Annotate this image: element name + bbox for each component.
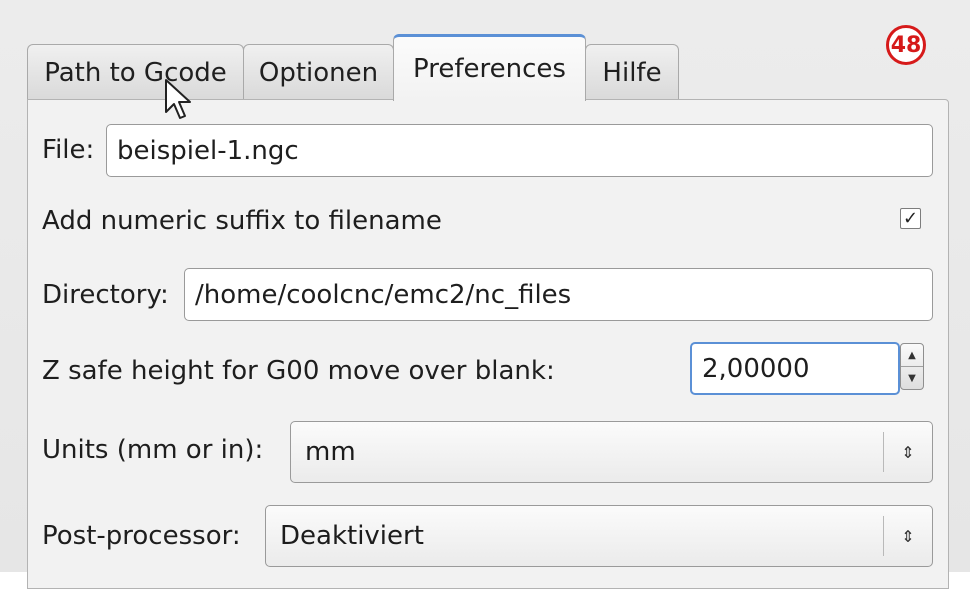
tab-preferences[interactable]: Preferences [393, 34, 586, 101]
post-processor-value: Deaktiviert [280, 521, 424, 551]
z-safe-input[interactable]: 2,00000 [690, 342, 900, 395]
post-processor-label: Post-processor: [42, 521, 241, 551]
suffix-label: Add numeric suffix to filename [42, 206, 442, 236]
file-input[interactable]: beispiel-1.ngc [106, 124, 933, 177]
units-label: Units (mm or in): [42, 435, 264, 465]
tab-path-to-gcode[interactable]: Path to Gcode [27, 44, 244, 100]
updown-chevron-icon: ⇕ [901, 442, 915, 462]
post-processor-select[interactable]: Deaktiviert ⇕ [265, 505, 933, 567]
tab-optionen[interactable]: Optionen [243, 44, 394, 100]
number-badge: 48 [886, 25, 926, 65]
spin-up-icon[interactable]: ▲ [901, 344, 923, 366]
spin-down-icon[interactable]: ▼ [901, 367, 923, 389]
mouse-pointer-icon [165, 79, 191, 119]
directory-input[interactable]: /home/coolcnc/emc2/nc_files [184, 268, 933, 321]
suffix-checkbox[interactable]: ✓ [900, 208, 921, 229]
file-label: File: [42, 135, 95, 165]
updown-chevron-icon: ⇕ [901, 526, 915, 546]
z-safe-label: Z safe height for G00 move over blank: [42, 356, 555, 386]
z-safe-spinner[interactable]: ▲ ▼ [900, 343, 924, 390]
units-select[interactable]: mm ⇕ [290, 421, 933, 483]
check-icon: ✓ [902, 207, 919, 229]
directory-label: Directory: [42, 280, 169, 310]
units-value: mm [305, 437, 356, 467]
tab-hilfe[interactable]: Hilfe [585, 44, 679, 100]
